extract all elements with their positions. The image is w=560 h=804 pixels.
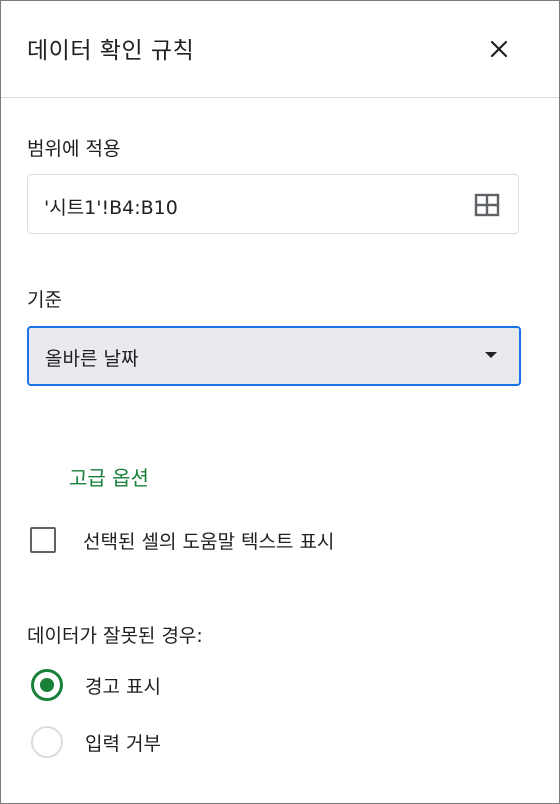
range-value: '시트1'!B4:B10: [44, 197, 178, 219]
close-icon: [490, 40, 508, 58]
panel-header: 데이터 확인 규칙: [1, 1, 559, 98]
radio-show-warning-label: 경고 표시: [85, 676, 161, 698]
help-text-checkbox[interactable]: [30, 527, 56, 553]
caret-down-icon: [485, 352, 497, 358]
data-validation-panel: 데이터 확인 규칙 범위에 적용 '시트1'!B4:B10 기준 올바른 날짜 …: [0, 0, 560, 804]
radio-reject-input-label: 입력 거부: [85, 733, 161, 755]
criteria-label: 기준: [27, 289, 62, 311]
range-input[interactable]: '시트1'!B4:B10: [27, 174, 519, 234]
range-label: 범위에 적용: [27, 138, 121, 160]
advanced-options-link[interactable]: 고급 옵션: [69, 462, 149, 491]
criteria-selected-value: 올바른 날짜: [45, 348, 139, 370]
panel-title: 데이터 확인 규칙: [27, 38, 195, 64]
help-text-checkbox-label: 선택된 셀의 도움말 텍스트 표시: [83, 531, 335, 553]
criteria-select[interactable]: 올바른 날짜: [27, 326, 521, 386]
radio-reject-input[interactable]: [31, 726, 63, 758]
invalid-data-label: 데이터가 잘못된 경우:: [27, 625, 203, 647]
radio-show-warning[interactable]: [31, 669, 63, 701]
grid-icon[interactable]: [474, 193, 500, 217]
close-button[interactable]: [483, 33, 515, 65]
